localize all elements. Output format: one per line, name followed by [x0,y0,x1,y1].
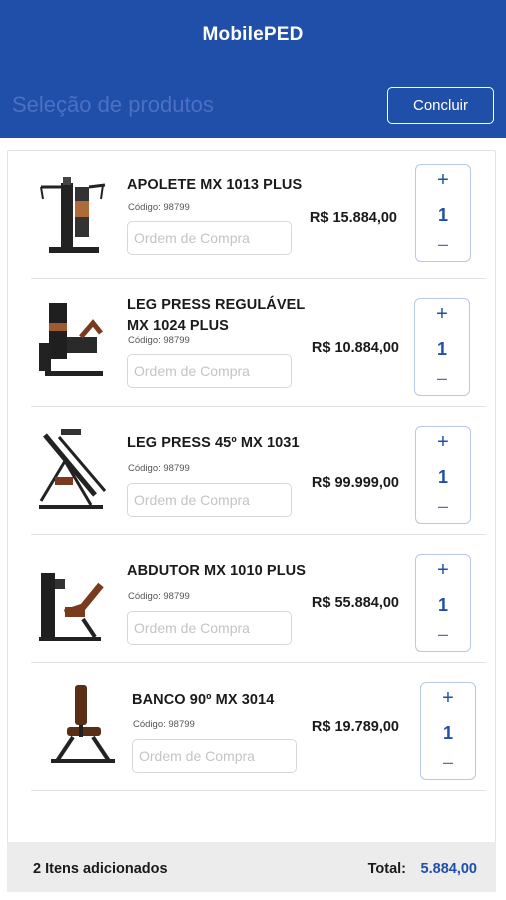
leg-press-45-machine-image [39,429,107,509]
bench-90-image [51,685,115,763]
abductor-machine-image [39,573,104,641]
product-code: Código: 98799 [128,335,190,346]
quantity-value: 1 [436,339,447,359]
product-list: APOLETE MX 1013 PLUS Código: 98799 R$ 15… [7,150,496,892]
quantity-stepper: + 1 – [415,426,471,524]
increase-quantity-button[interactable]: + [416,431,470,453]
page-title: Seleção de produtos [12,92,214,117]
product-price: R$ 15.884,00 [309,210,397,226]
app-title: MobilePED [202,24,304,45]
product-name: LEG PRESS REGULÁVEL MX 1024 PLUS [127,297,306,334]
increase-quantity-button[interactable]: + [415,303,469,325]
increase-quantity-button[interactable]: + [421,687,475,709]
product-price: R$ 19.789,00 [311,719,399,735]
decrease-quantity-button[interactable]: – [421,751,475,773]
quantity-stepper: + 1 – [420,682,476,780]
purchase-order-input[interactable] [127,221,292,255]
quantity-stepper: + 1 – [415,164,471,262]
product-name: APOLETE MX 1013 PLUS [127,177,303,193]
quantity-stepper: + 1 – [414,298,470,396]
purchase-order-input[interactable] [127,611,292,645]
product-row: ABDUTOR MX 1010 PLUS Código: 98799 R$ 55… [31,535,486,663]
purchase-order-input[interactable] [127,483,292,517]
total-label: Total: [367,861,406,877]
product-row: LEG PRESS 45º MX 1031 Código: 98799 R$ 9… [31,407,486,535]
product-code: Código: 98799 [128,463,190,474]
apolete-machine-image [40,177,106,253]
leg-press-machine-image [39,303,103,376]
product-row: LEG PRESS REGULÁVEL MX 1024 PLUS Código:… [31,279,486,407]
product-price: R$ 99.999,00 [311,475,399,491]
quantity-value: 1 [437,595,448,615]
product-code: Código: 98799 [128,202,190,213]
purchase-order-input[interactable] [127,354,292,388]
concluir-button[interactable]: Concluir [387,87,494,124]
product-name: BANCO 90º MX 3014 [132,692,275,708]
product-code: Código: 98799 [128,591,190,602]
quantity-stepper: + 1 – [415,554,471,652]
decrease-quantity-button[interactable]: – [415,367,469,389]
quantity-value: 1 [437,467,448,487]
total-value: 5.884,00 [420,861,477,877]
product-price: R$ 55.884,00 [311,595,399,611]
decrease-quantity-button[interactable]: – [416,623,470,645]
quantity-value: 1 [437,205,448,225]
product-code: Código: 98799 [133,719,195,730]
app-header: MobilePED Seleção de produtos Concluir [0,0,506,138]
increase-quantity-button[interactable]: + [416,559,470,581]
product-name: ABDUTOR MX 1010 PLUS [127,563,306,579]
product-row: APOLETE MX 1013 PLUS Código: 98799 R$ 15… [31,151,486,279]
decrease-quantity-button[interactable]: – [416,495,470,517]
product-price: R$ 10.884,00 [311,340,399,356]
product-name: LEG PRESS 45º MX 1031 [127,435,300,451]
order-summary-bar: 2 Itens adicionados Total: 5.884,00 [7,842,496,892]
items-added-count: 2 Itens adicionados [33,861,168,877]
increase-quantity-button[interactable]: + [416,169,470,191]
quantity-value: 1 [442,723,453,743]
product-row: BANCO 90º MX 3014 Código: 98799 R$ 19.78… [31,663,486,791]
purchase-order-input[interactable] [132,739,297,773]
decrease-quantity-button[interactable]: – [416,233,470,255]
